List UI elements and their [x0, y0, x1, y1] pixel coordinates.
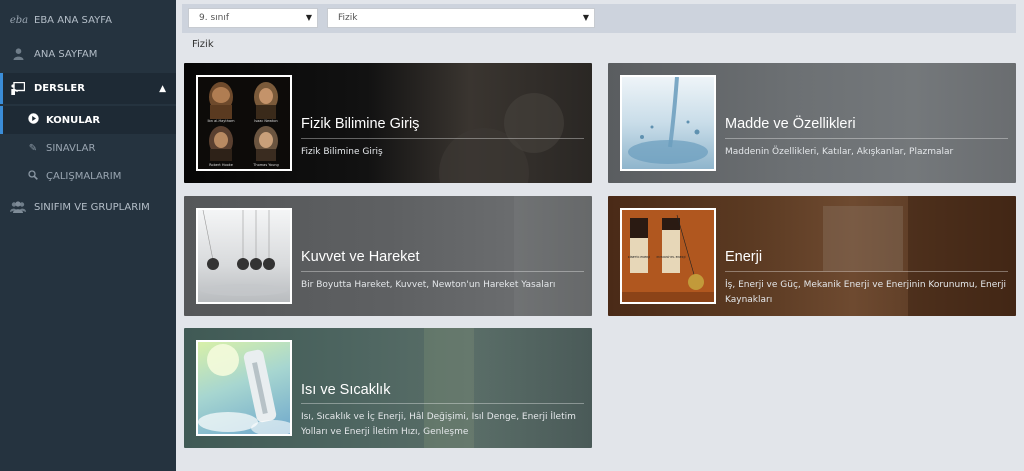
- water-splash-image: [628, 77, 708, 164]
- nav-lessons[interactable]: DERSLER ▲: [0, 73, 176, 104]
- subnav-studies-label: ÇALIŞMALARIM: [46, 170, 122, 182]
- scientist-caption-4: Thomas Young: [252, 163, 278, 167]
- thumbnail-thermometer: [196, 340, 292, 436]
- breadcrumb: Fizik: [192, 39, 214, 50]
- filter-bar: 9. sınıf ▼ Fizik ▼: [182, 4, 1016, 33]
- card-description: Fizik Bilimine Giriş: [301, 147, 383, 157]
- topic-card-force-motion[interactable]: Kuvvet ve Hareket Bir Boyutta Hareket, K…: [184, 196, 592, 316]
- thumbnail-energy: KİNETİK ENERJİ POTANSİYEL ENERJİ: [620, 208, 716, 304]
- thumbnail-water: [620, 75, 716, 171]
- subnav-studies[interactable]: ÇALIŞMALARIM: [0, 165, 176, 187]
- nav-my-page[interactable]: ANA SAYFAM: [0, 42, 176, 66]
- chevron-down-icon: ▼: [582, 13, 589, 22]
- nav-lessons-label: DERSLER: [34, 83, 85, 94]
- subnav-topics[interactable]: KONULAR: [0, 106, 176, 134]
- card-title: Kuvvet ve Hareket: [301, 249, 420, 265]
- subject-select[interactable]: Fizik ▼: [327, 8, 595, 28]
- users-group-icon: [10, 201, 26, 213]
- subnav-exams-label: SINAVLAR: [46, 142, 96, 154]
- subnav-exams[interactable]: ✎ SINAVLAR: [0, 137, 176, 159]
- card-title: Fizik Bilimine Giriş: [301, 116, 420, 132]
- nav-my-page-label: ANA SAYFAM: [34, 48, 98, 60]
- energy-pendulum-image: KİNETİK ENERJİ POTANSİYEL ENERJİ: [622, 210, 714, 302]
- card-description: İş, Enerji ve Güç, Mekanik Enerji ve Ene…: [725, 280, 1006, 305]
- kinetic-energy-label: KİNETİK ENERJİ: [628, 254, 651, 259]
- user-icon: [10, 48, 26, 60]
- topic-card-intro-physics[interactable]: Ibn al-Haytham Isaac Newton Robert Hooke…: [184, 63, 592, 183]
- subnav-topics-label: KONULAR: [46, 114, 101, 126]
- scientist-caption-2: Isaac Newton: [254, 119, 278, 123]
- subject-select-value: Fizik: [338, 13, 358, 23]
- scientist-caption-1: Ibn al-Haytham: [208, 119, 236, 123]
- thermometer-image: [198, 344, 290, 434]
- topic-card-heat-temperature[interactable]: Isı ve Sıcaklık Isı, Sıcaklık ve İç Ener…: [184, 328, 592, 448]
- card-divider: [725, 271, 1008, 272]
- scientist-caption-3: Robert Hooke: [209, 163, 233, 167]
- card-description: Bir Boyutta Hareket, Kuvvet, Newton'un H…: [301, 280, 556, 290]
- card-divider: [301, 271, 584, 272]
- thumbnail-newtons-cradle: [196, 208, 292, 304]
- topic-card-matter[interactable]: Madde ve Özellikleri Maddenin Özellikler…: [608, 63, 1016, 183]
- potential-energy-label: POTANSİYEL ENERJİ: [656, 254, 685, 259]
- eba-logo-icon: eba: [9, 14, 29, 26]
- nav-eba-home[interactable]: eba EBA ANA SAYFA: [0, 8, 176, 32]
- card-title: Isı ve Sıcaklık: [301, 382, 391, 398]
- card-title: Madde ve Özellikleri: [725, 116, 856, 132]
- thumbnail-scientists: Ibn al-Haytham Isaac Newton Robert Hooke…: [196, 75, 292, 171]
- lessons-board-icon: [10, 82, 26, 95]
- grade-select-value: 9. sınıf: [199, 13, 230, 23]
- scientists-portraits-image: Ibn al-Haytham Isaac Newton Robert Hooke…: [198, 77, 290, 169]
- play-circle-icon: [26, 113, 40, 127]
- pencil-icon: ✎: [28, 142, 38, 154]
- newtons-cradle-image: [200, 210, 288, 296]
- chevron-down-icon: ▼: [305, 13, 312, 22]
- caret-up-icon: ▲: [159, 83, 166, 94]
- nav-classes-groups[interactable]: SINIFIM VE GRUPLARIM: [0, 196, 176, 218]
- card-description: Maddenin Özellikleri, Katılar, Akışkanla…: [725, 147, 954, 157]
- nav-eba-home-label: EBA ANA SAYFA: [34, 14, 112, 26]
- sidebar: eba EBA ANA SAYFA ANA SAYFAM DERSLER ▲ K…: [0, 0, 176, 471]
- card-description: Isı, Sıcaklık ve İç Enerji, Hâl Değişimi…: [301, 412, 576, 437]
- card-title: Enerji: [725, 249, 763, 265]
- card-divider: [725, 138, 1008, 139]
- card-divider: [301, 138, 584, 139]
- nav-classes-groups-label: SINIFIM VE GRUPLARIM: [34, 201, 150, 213]
- card-divider: [301, 403, 584, 404]
- search-icon: [26, 169, 40, 183]
- grade-select[interactable]: 9. sınıf ▼: [188, 8, 318, 28]
- topic-card-energy[interactable]: KİNETİK ENERJİ POTANSİYEL ENERJİ Enerji …: [608, 196, 1016, 316]
